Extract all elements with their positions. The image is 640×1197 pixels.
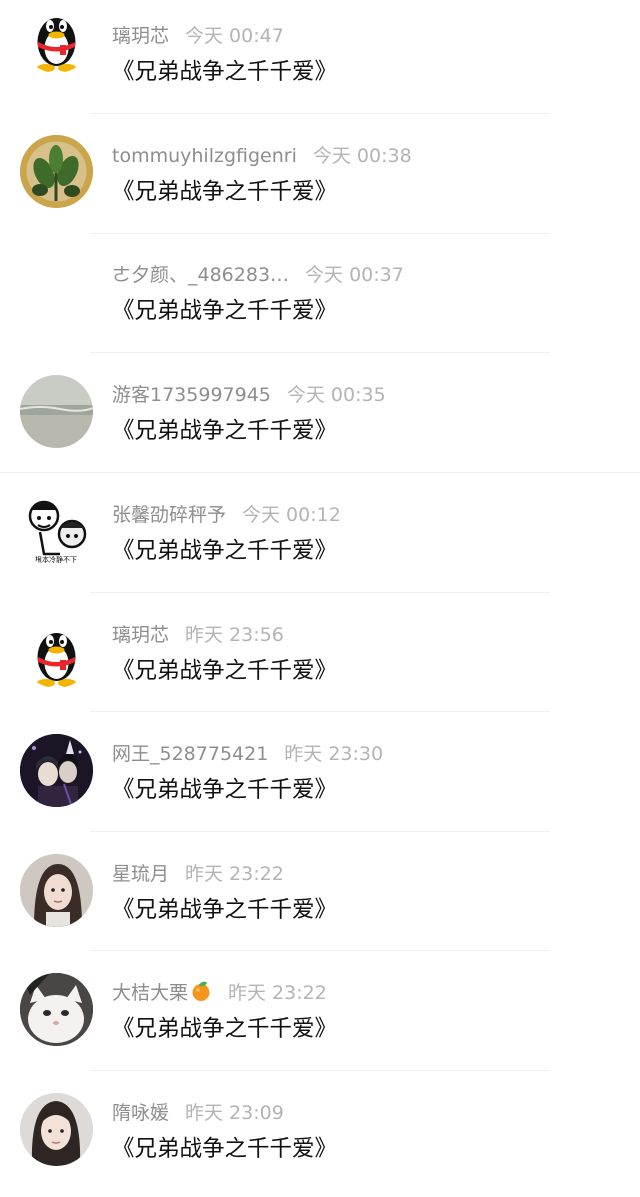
meme-cartoon-avatar[interactable]: 根本冷静不下 <box>20 494 93 567</box>
plant-painting-avatar[interactable] <box>20 135 93 208</box>
message-time: 今天 00:37 <box>305 264 404 286</box>
message-time: 今天 00:47 <box>185 25 284 47</box>
divider <box>0 472 640 473</box>
message-meta: 张馨劭碎秤予 今天 00:12 <box>112 501 341 529</box>
svg-text:根本冷静不下: 根本冷静不下 <box>35 555 77 564</box>
sender-name[interactable]: 星琉月 <box>112 863 169 885</box>
message-meta: 璃玥芯 昨天 23:56 <box>112 621 284 649</box>
list-item[interactable]: ㄜ夕颜、_486283… 今天 00:37 《兄弟战争之千千爱》 <box>0 240 640 360</box>
message-text[interactable]: 《兄弟战争之千千爱》 <box>112 773 337 807</box>
sea-photo-avatar[interactable] <box>20 375 93 448</box>
message-text[interactable]: 《兄弟战争之千千爱》 <box>112 654 337 688</box>
divider <box>90 711 550 712</box>
message-time: 昨天 23:30 <box>284 743 384 765</box>
sender-name[interactable]: ㄜ夕颜、_486283… <box>112 264 289 286</box>
message-time: 今天 00:12 <box>242 504 341 526</box>
sender-name[interactable]: 网王_528775421 <box>112 743 268 765</box>
sender-name[interactable]: 游客1735997945 <box>112 384 271 406</box>
message-text[interactable]: 《兄弟战争之千千爱》 <box>112 893 337 927</box>
message-list: 璃玥芯 今天 00:47 《兄弟战争之千千爱》 tommuyhilzgfigenr… <box>0 0 640 1179</box>
list-item[interactable]: 星琉月 昨天 23:22 《兄弟战争之千千爱》 <box>0 838 640 958</box>
message-time: 今天 00:35 <box>286 384 386 406</box>
sender-name[interactable]: 张馨劭碎秤予 <box>112 504 226 526</box>
qq-penguin-avatar[interactable] <box>20 615 93 688</box>
sender-name[interactable]: 璃玥芯 <box>112 624 169 646</box>
message-text[interactable]: 《兄弟战争之千千爱》 <box>112 1132 337 1166</box>
divider <box>90 950 550 951</box>
message-text[interactable]: 《兄弟战争之千千爱》 <box>112 55 337 89</box>
sender-name[interactable]: 大桔大栗 <box>112 982 188 1004</box>
qq-penguin-avatar[interactable] <box>20 0 93 73</box>
sender-name[interactable]: 璃玥芯 <box>112 25 169 47</box>
anime-characters-avatar[interactable] <box>20 734 93 807</box>
orange-emoji-icon <box>190 980 212 1010</box>
message-meta: ㄜ夕颜、_486283… 今天 00:37 <box>112 261 404 289</box>
sender-name[interactable]: tommuyhilzgfigenri <box>112 145 297 167</box>
divider <box>90 352 550 353</box>
message-time: 昨天 23:22 <box>228 982 327 1004</box>
list-item[interactable]: 游客1735997945 今天 00:35 《兄弟战争之千千爱》 <box>0 359 640 479</box>
list-item[interactable]: 网王_528775421 昨天 23:30 《兄弟战争之千千爱》 <box>0 718 640 838</box>
list-item[interactable]: 根本冷静不下 张馨劭碎秤予 今天 00:12 《兄弟战争之千千爱》 <box>0 479 640 599</box>
message-meta: 隋咏媛 昨天 23:09 <box>112 1099 284 1127</box>
list-item[interactable]: tommuyhilzgfigenri 今天 00:38 《兄弟战争之千千爱》 <box>0 120 640 240</box>
message-meta: 大桔大栗 昨天 23:22 <box>112 979 327 1007</box>
message-meta: 星琉月 昨天 23:22 <box>112 860 284 888</box>
message-text[interactable]: 《兄弟战争之千千爱》 <box>112 414 337 448</box>
message-meta: tommuyhilzgfigenri 今天 00:38 <box>112 142 412 170</box>
message-text[interactable]: 《兄弟战争之千千爱》 <box>112 1012 337 1046</box>
message-meta: 网王_528775421 昨天 23:30 <box>112 740 383 768</box>
sender-name[interactable]: 隋咏媛 <box>112 1102 169 1124</box>
cat-photo-avatar[interactable] <box>20 973 93 1046</box>
girl-selfie-avatar[interactable] <box>20 1093 93 1166</box>
message-text[interactable]: 《兄弟战争之千千爱》 <box>112 294 337 328</box>
list-item[interactable]: 璃玥芯 今天 00:47 《兄弟战争之千千爱》 <box>0 0 640 120</box>
message-meta: 璃玥芯 今天 00:47 <box>112 22 284 50</box>
list-item[interactable]: 大桔大栗 昨天 23:22 《兄弟战争之千千爱》 <box>0 957 640 1077</box>
divider <box>90 113 550 114</box>
message-time: 昨天 23:22 <box>185 863 284 885</box>
divider <box>90 592 550 593</box>
message-time: 今天 00:38 <box>312 145 412 167</box>
message-text[interactable]: 《兄弟战争之千千爱》 <box>112 175 337 209</box>
divider <box>90 831 550 832</box>
girl-photo-avatar[interactable] <box>20 854 93 927</box>
message-text[interactable]: 《兄弟战争之千千爱》 <box>112 534 337 568</box>
list-item[interactable]: 璃玥芯 昨天 23:56 《兄弟战争之千千爱》 <box>0 599 640 719</box>
divider <box>90 233 550 234</box>
message-time: 昨天 23:56 <box>185 624 284 646</box>
message-meta: 游客1735997945 今天 00:35 <box>112 381 386 409</box>
divider <box>90 1070 550 1071</box>
message-time: 昨天 23:09 <box>185 1102 284 1124</box>
